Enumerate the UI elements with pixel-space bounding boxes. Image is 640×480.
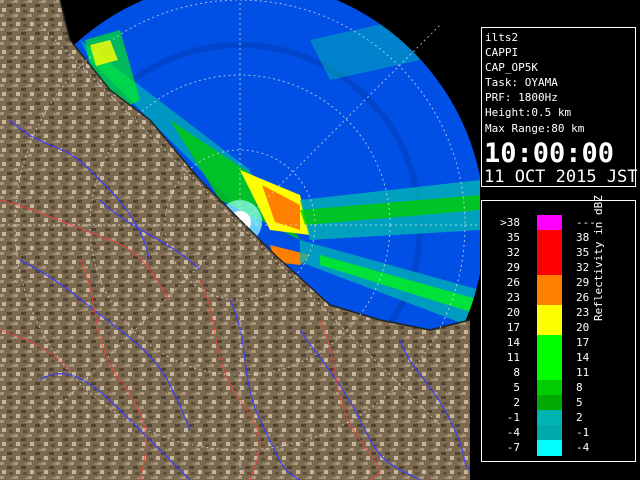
legend-high-value: 8 <box>576 381 583 394</box>
legend-low-value: -1 <box>506 411 520 424</box>
legend-row: 32 35 <box>482 245 589 261</box>
legend-row: 20 23 <box>482 305 589 321</box>
legend-color-swatch <box>537 230 562 246</box>
legend-title: Reflectivity in dBZ <box>592 195 605 321</box>
legend-high-value: 5 <box>576 396 583 409</box>
legend-low-value: 32 <box>506 246 520 259</box>
legend-color-swatch <box>537 245 562 261</box>
legend-row: 11 14 <box>482 350 589 366</box>
legend-high-value: 11 <box>576 366 590 379</box>
legend-row: 17 20 <box>482 320 589 336</box>
legend-low-value: 14 <box>506 336 520 349</box>
observation-time: 10:00:00 <box>484 138 615 169</box>
legend-high-value: -1 <box>576 426 590 439</box>
legend-color-swatch <box>537 380 562 396</box>
legend-row: 26 29 <box>482 275 589 291</box>
legend-color-swatch <box>537 365 562 381</box>
legend-row: 58 <box>482 380 583 396</box>
legend-low-value: 26 <box>506 276 520 289</box>
radar-map-canvas <box>0 0 480 480</box>
legend-color-swatch <box>537 290 562 306</box>
legend-high-value: -4 <box>576 441 590 454</box>
legend-row: 29 32 <box>482 260 589 276</box>
legend-low-value: -7 <box>506 441 520 454</box>
legend-high-value: 20 <box>576 321 590 334</box>
observation-date: 11 OCT 2015 JST <box>484 167 638 187</box>
legend-color-swatch <box>537 425 562 441</box>
legend-color-swatch <box>537 350 562 366</box>
legend-color-swatch <box>537 305 562 321</box>
legend-low-value: 11 <box>506 351 520 364</box>
legend-row: >38 --- <box>482 215 596 231</box>
legend-high-value: 17 <box>576 336 590 349</box>
legend-row: -7 -4 <box>482 440 589 456</box>
legend-color-swatch <box>537 215 562 231</box>
radar-map[interactable] <box>0 0 480 480</box>
legend-color-swatch <box>537 395 562 411</box>
legend-color-swatch <box>537 440 562 456</box>
legend-high-value: 14 <box>576 351 590 364</box>
legend-low-value: -4 <box>506 426 520 439</box>
legend-color-swatch <box>537 320 562 336</box>
legend-low-value: 8 <box>513 366 520 379</box>
product-code: CAP_OP5K <box>485 61 538 74</box>
height-value: Height:0.5 km <box>485 106 572 119</box>
max-range-value: Max Range:80 km <box>485 122 585 135</box>
legend-color-swatch <box>537 275 562 291</box>
legend-low-value: 20 <box>506 306 520 319</box>
legend-high-value: 2 <box>576 411 583 424</box>
legend-row: 35 38 <box>482 230 589 246</box>
product-type: CAPPI <box>485 46 519 59</box>
legend-row: 8 11 <box>482 365 589 381</box>
legend-low-value: 2 <box>513 396 520 409</box>
legend-row: 25 <box>482 395 583 411</box>
legend-low-value: 17 <box>506 321 520 334</box>
legend-low-value: 5 <box>513 381 520 394</box>
task-name: Task: OYAMA <box>485 76 558 89</box>
legend-row: -4 -1 <box>482 425 589 441</box>
reflectivity-legend: >38 --- 35 38 32 35 29 32 26 29 23 26 20 23 17 20 14 17 11… <box>481 195 636 462</box>
legend-color-swatch <box>537 335 562 351</box>
legend-row: 14 17 <box>482 335 589 351</box>
legend-row: 23 26 <box>482 290 589 306</box>
legend-row: -1 2 <box>482 410 583 426</box>
legend-low-value: 35 <box>506 231 520 244</box>
radar-info-panel: ilts2 CAPPI CAP_OP5K Task: OYAMA PRF: 18… <box>481 27 638 187</box>
legend-low-value: 29 <box>506 261 520 274</box>
legend-low-value: 23 <box>506 291 520 304</box>
prf-value: PRF: 1800Hz <box>485 91 558 104</box>
station-name: ilts2 <box>485 31 519 44</box>
legend-color-swatch <box>537 260 562 276</box>
legend-color-swatch <box>537 410 562 426</box>
legend-low-value: >38 <box>500 216 520 229</box>
